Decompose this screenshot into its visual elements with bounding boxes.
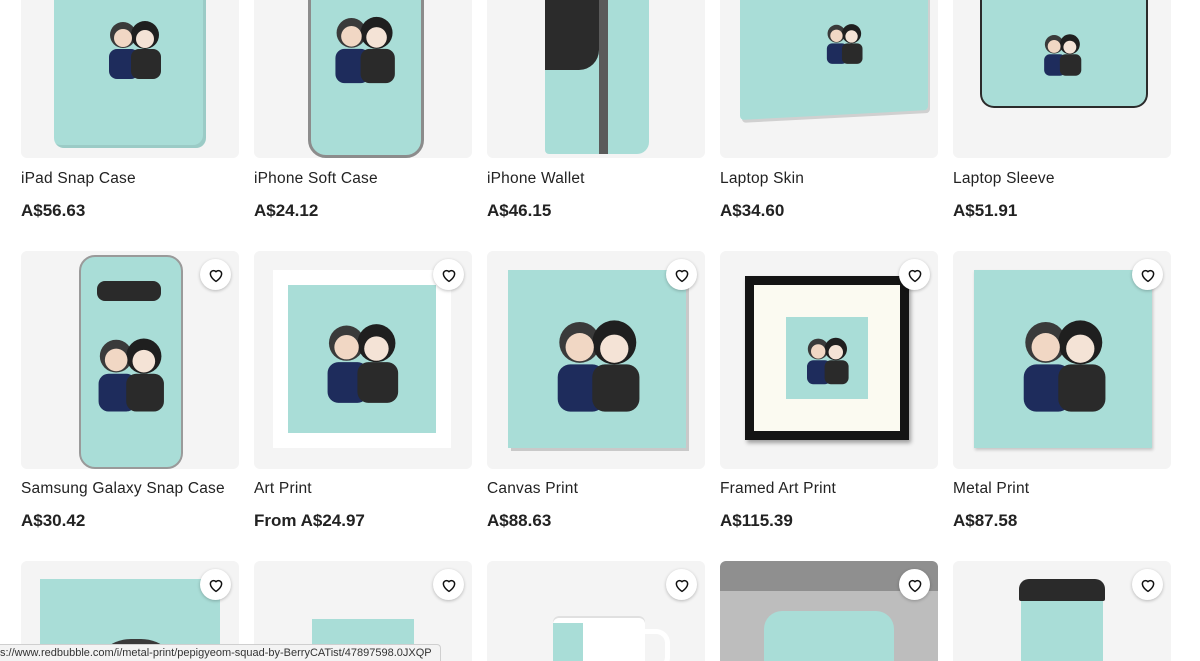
heart-outline-icon [1141, 579, 1154, 592]
product-price: A$88.63 [487, 511, 552, 530]
favorite-button[interactable] [1132, 569, 1163, 600]
couple-artwork [1008, 311, 1118, 421]
product-image[interactable] [953, 561, 1171, 661]
product-image[interactable] [21, 251, 239, 469]
heart-outline-icon [908, 269, 921, 282]
heart-outline-icon [442, 269, 455, 282]
heart-outline-icon [1141, 269, 1154, 282]
product-price: A$87.58 [953, 511, 1018, 530]
couple-artwork [324, 10, 404, 90]
product-image[interactable] [254, 0, 472, 158]
favorite-button[interactable] [666, 259, 697, 290]
product-image[interactable] [487, 251, 705, 469]
product-title[interactable]: iPhone Wallet [487, 170, 585, 188]
product-image[interactable] [720, 561, 938, 661]
product-title[interactable]: Laptop Skin [720, 170, 804, 188]
product-price: A$34.60 [720, 201, 785, 220]
product-image[interactable] [21, 0, 239, 158]
product-title[interactable]: Samsung Galaxy Snap Case [21, 480, 225, 498]
product-image[interactable] [720, 0, 938, 158]
heart-outline-icon [442, 579, 455, 592]
heart-outline-icon [209, 269, 222, 282]
product-image[interactable] [254, 251, 472, 469]
couple-artwork [86, 331, 174, 419]
favorite-button[interactable] [899, 259, 930, 290]
product-price: A$30.42 [21, 511, 86, 530]
couple-artwork [99, 15, 169, 85]
product-title[interactable]: Metal Print [953, 480, 1029, 498]
favorite-button[interactable] [200, 259, 231, 290]
couple-artwork [799, 333, 855, 389]
product-title[interactable]: Canvas Print [487, 480, 578, 498]
heart-outline-icon [209, 579, 222, 592]
product-grid: iPad Snap Case A$56.63 iPhone Soft Case … [0, 0, 1200, 661]
mug-print [553, 623, 583, 661]
heart-outline-icon [675, 579, 688, 592]
product-price: A$24.12 [254, 201, 319, 220]
favorite-button[interactable] [899, 569, 930, 600]
product-title[interactable]: Art Print [254, 480, 312, 498]
product-price: From A$24.97 [254, 511, 365, 530]
product-title[interactable]: iPad Snap Case [21, 170, 136, 188]
product-price: A$46.15 [487, 201, 552, 220]
product-price: A$115.39 [720, 511, 793, 530]
heart-outline-icon [908, 579, 921, 592]
favorite-button[interactable] [200, 569, 231, 600]
product-image[interactable] [720, 251, 938, 469]
couple-artwork [314, 316, 409, 411]
product-title[interactable]: Framed Art Print [720, 480, 836, 498]
camera-module [97, 281, 161, 301]
product-title[interactable]: iPhone Soft Case [254, 170, 378, 188]
travel-mug-lid [1019, 579, 1105, 601]
couple-artwork [1037, 30, 1087, 80]
hood-artwork [545, 0, 599, 70]
product-image[interactable] [487, 561, 705, 661]
favorite-button[interactable] [433, 569, 464, 600]
product-price: A$51.91 [953, 201, 1018, 220]
couple-artwork [820, 20, 868, 68]
product-price: A$56.63 [21, 201, 86, 220]
status-url: s://www.redbubble.com/i/metal-print/pepi… [0, 647, 432, 659]
heart-outline-icon [675, 269, 688, 282]
couple-artwork [542, 311, 652, 421]
product-image[interactable] [953, 0, 1171, 158]
wallet-strap [599, 0, 608, 154]
product-image[interactable] [953, 251, 1171, 469]
pillow [764, 611, 894, 661]
browser-status-bar: s://www.redbubble.com/i/metal-print/pepi… [0, 644, 441, 661]
product-image[interactable] [487, 0, 705, 158]
favorite-button[interactable] [1132, 259, 1163, 290]
mug-handle [643, 629, 670, 661]
product-title[interactable]: Laptop Sleeve [953, 170, 1055, 188]
favorite-button[interactable] [666, 569, 697, 600]
favorite-button[interactable] [433, 259, 464, 290]
travel-mug-body [1021, 601, 1103, 661]
